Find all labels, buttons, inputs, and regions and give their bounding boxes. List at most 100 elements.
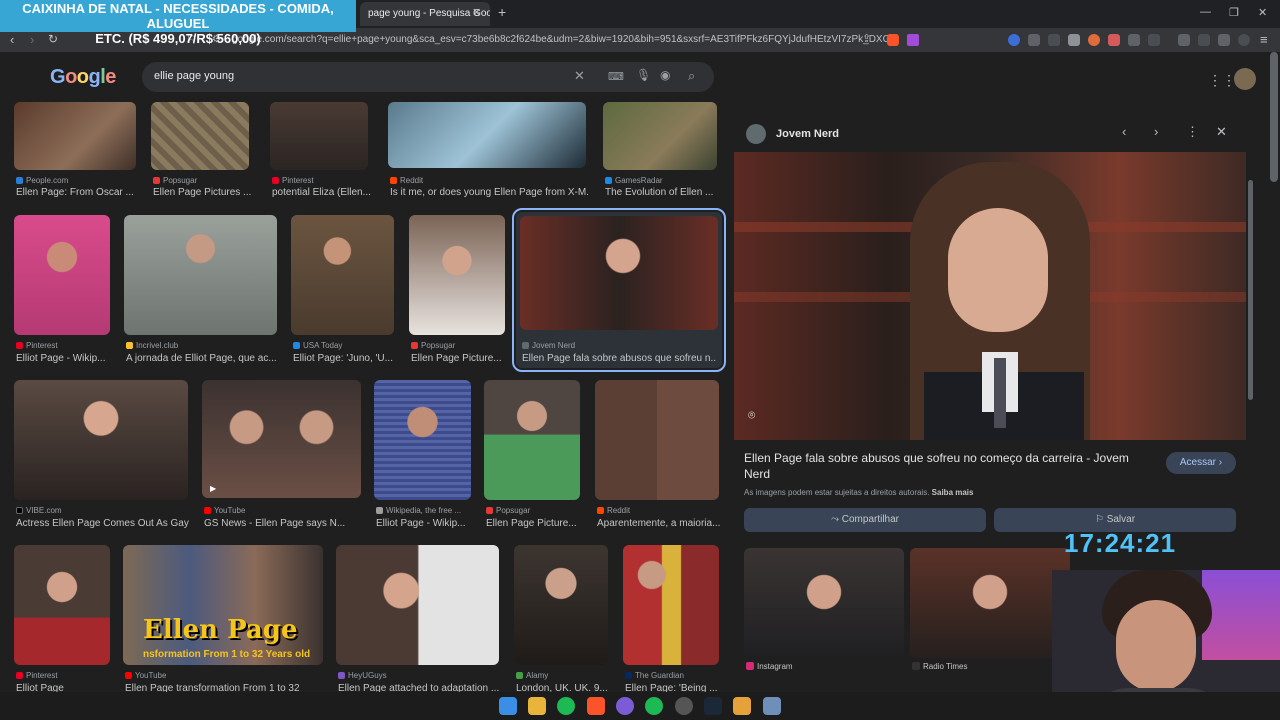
image-result[interactable]: USA Today Elliot Page: 'Juno, 'U... bbox=[291, 215, 394, 365]
result-caption[interactable]: A jornada de Elliot Page, que ac... bbox=[126, 353, 279, 364]
sidebar-icon[interactable] bbox=[1178, 34, 1190, 46]
result-thumbnail[interactable] bbox=[603, 102, 717, 170]
result-caption[interactable]: Aparentemente, a maioria... bbox=[597, 518, 721, 529]
result-caption[interactable]: Ellen Page: From Oscar ... bbox=[16, 187, 138, 198]
maximize-icon[interactable]: ❐ bbox=[1229, 6, 1239, 19]
file-explorer-icon[interactable] bbox=[528, 697, 546, 715]
image-result[interactable]: Pinterest Elliot Page - Wikip... bbox=[14, 215, 110, 365]
minimize-icon[interactable]: — bbox=[1200, 6, 1211, 18]
result-caption[interactable]: potential Eliza (Ellen... bbox=[272, 187, 370, 198]
extensions-puzzle-icon[interactable] bbox=[1128, 34, 1140, 46]
result-thumbnail[interactable] bbox=[374, 380, 471, 500]
vpn-icon[interactable] bbox=[1238, 34, 1250, 46]
result-thumbnail[interactable] bbox=[124, 215, 277, 335]
image-result[interactable]: Reddit Aparentemente, a maioria... bbox=[595, 380, 721, 530]
result-thumbnail[interactable] bbox=[623, 545, 719, 665]
share-page-icon[interactable]: ⇪ bbox=[862, 32, 871, 45]
result-caption[interactable]: Ellen Page fala sobre abusos que sofreu … bbox=[522, 353, 716, 364]
browser-tab-active[interactable]: page young - Pesquisa Google bbox=[360, 2, 490, 26]
result-caption[interactable]: Ellen Page Pictures ... bbox=[153, 187, 251, 198]
result-thumbnail[interactable] bbox=[388, 102, 586, 168]
previous-image-icon[interactable]: ‹ bbox=[1122, 124, 1126, 139]
windows-start-icon[interactable] bbox=[499, 697, 517, 715]
extension-4-icon[interactable] bbox=[1068, 34, 1080, 46]
microphone-icon[interactable]: 🎙 bbox=[636, 68, 651, 82]
image-result[interactable]: The Guardian Ellen Page: 'Being ... bbox=[623, 545, 719, 694]
image-result[interactable]: Pinterest potential Eliza (Ellen... bbox=[270, 102, 370, 198]
image-result[interactable]: Popsugar Ellen Page Picture... bbox=[409, 215, 505, 365]
result-caption[interactable]: Ellen Page Picture... bbox=[411, 353, 507, 364]
result-thumbnail[interactable]: Ellen Page nsformation From 1 to 32 Year… bbox=[123, 545, 323, 665]
lens-icon[interactable]: ⌾ bbox=[748, 408, 755, 423]
result-thumbnail[interactable] bbox=[409, 215, 505, 335]
result-thumbnail[interactable] bbox=[291, 215, 394, 335]
image-result[interactable]: GamesRadar The Evolution of Ellen ... bbox=[603, 102, 717, 198]
image-result[interactable]: Reddit Is it me, or does young Ellen Pag… bbox=[388, 102, 588, 198]
image-result[interactable]: Ellen Page nsformation From 1 to 32 Year… bbox=[123, 545, 323, 694]
result-thumbnail[interactable] bbox=[514, 545, 608, 665]
image-result[interactable]: Pinterest Elliot Page bbox=[14, 545, 110, 694]
brave-shield-icon[interactable] bbox=[887, 34, 899, 46]
result-thumbnail[interactable] bbox=[270, 102, 368, 170]
result-caption[interactable]: GS News - Ellen Page says N... bbox=[204, 518, 363, 529]
extension-7-icon[interactable] bbox=[1148, 34, 1160, 46]
image-result[interactable]: Popsugar Ellen Page Picture... bbox=[484, 380, 580, 530]
spotify-icon[interactable] bbox=[557, 697, 575, 715]
obs-icon[interactable] bbox=[675, 697, 693, 715]
result-thumbnail[interactable] bbox=[484, 380, 580, 500]
image-result-selected[interactable]: Jovem Nerd Ellen Page fala sobre abusos … bbox=[512, 208, 726, 372]
share-button[interactable]: ⤳ Compartilhar bbox=[744, 508, 986, 532]
keyboard-icon[interactable]: ⌨ bbox=[608, 70, 624, 83]
result-thumbnail[interactable] bbox=[151, 102, 249, 170]
result-thumbnail[interactable] bbox=[336, 545, 499, 665]
result-thumbnail[interactable] bbox=[520, 216, 718, 330]
preview-image[interactable] bbox=[734, 152, 1246, 440]
preview-scrollbar[interactable] bbox=[1248, 180, 1253, 400]
learn-more-link[interactable]: Saiba mais bbox=[932, 488, 974, 497]
spotify-alt-icon[interactable] bbox=[645, 697, 663, 715]
result-caption[interactable]: Elliot Page - Wikip... bbox=[376, 518, 473, 529]
extension-6-icon[interactable] bbox=[1108, 34, 1120, 46]
leo-icon[interactable] bbox=[1218, 34, 1230, 46]
search-box[interactable]: ellie page young ✕ ⌨ 🎙 ◉ ⌕ bbox=[142, 62, 714, 92]
notepad-icon[interactable] bbox=[763, 697, 781, 715]
discord-icon[interactable] bbox=[616, 697, 634, 715]
google-logo[interactable]: Google bbox=[50, 66, 116, 89]
extension-5-icon[interactable] bbox=[1088, 34, 1100, 46]
image-result[interactable]: HeyUGuys Ellen Page attached to adaptati… bbox=[336, 545, 499, 694]
image-result[interactable]: Incrivel.club A jornada de Elliot Page, … bbox=[124, 215, 277, 365]
result-thumbnail[interactable] bbox=[595, 380, 719, 500]
result-caption[interactable]: Ellen Page Picture... bbox=[486, 518, 582, 529]
image-result[interactable]: People.com Ellen Page: From Oscar ... bbox=[14, 102, 136, 198]
clear-search-icon[interactable]: ✕ bbox=[574, 68, 585, 84]
result-thumbnail[interactable] bbox=[14, 215, 110, 335]
result-caption[interactable]: Actress Ellen Page Comes Out As Gay bbox=[16, 518, 190, 529]
extension-3-icon[interactable] bbox=[1048, 34, 1060, 46]
menu-icon[interactable]: ≡ bbox=[1260, 32, 1268, 47]
result-caption[interactable]: Is it me, or does young Ellen Page from … bbox=[390, 187, 588, 198]
image-result[interactable]: Wikipedia, the free ... Elliot Page - Wi… bbox=[374, 380, 471, 530]
result-caption[interactable]: The Evolution of Ellen ... bbox=[605, 187, 719, 198]
extension-2-icon[interactable] bbox=[1028, 34, 1040, 46]
image-result[interactable]: Alamy London, UK. UK. 9... bbox=[514, 545, 608, 694]
search-input[interactable]: ellie page young bbox=[154, 70, 234, 82]
preview-site-name[interactable]: Jovem Nerd bbox=[776, 128, 839, 140]
image-result[interactable]: Popsugar Ellen Page Pictures ... bbox=[151, 102, 251, 198]
wallet-icon[interactable] bbox=[1198, 34, 1210, 46]
page-scrollbar[interactable] bbox=[1270, 52, 1278, 182]
next-image-icon[interactable]: › bbox=[1154, 124, 1158, 139]
image-result[interactable]: VIBE.com Actress Ellen Page Comes Out As… bbox=[14, 380, 190, 530]
extension-1-icon[interactable] bbox=[1008, 34, 1020, 46]
search-icon[interactable]: ⌕ bbox=[688, 68, 695, 84]
lens-search-icon[interactable]: ◉ bbox=[660, 68, 670, 82]
related-image[interactable] bbox=[744, 548, 904, 658]
visit-button[interactable]: Acessar › bbox=[1166, 452, 1236, 474]
brave-browser-icon[interactable] bbox=[587, 697, 605, 715]
image-result[interactable]: ▶ YouTube GS News - Ellen Page says N... bbox=[202, 380, 361, 530]
brave-rewards-icon[interactable] bbox=[907, 34, 919, 46]
new-tab-icon[interactable]: + bbox=[498, 4, 506, 20]
app-icon[interactable] bbox=[733, 697, 751, 715]
steam-icon[interactable] bbox=[704, 697, 722, 715]
result-caption[interactable]: Elliot Page - Wikip... bbox=[16, 353, 112, 364]
related-image[interactable] bbox=[910, 548, 1070, 658]
